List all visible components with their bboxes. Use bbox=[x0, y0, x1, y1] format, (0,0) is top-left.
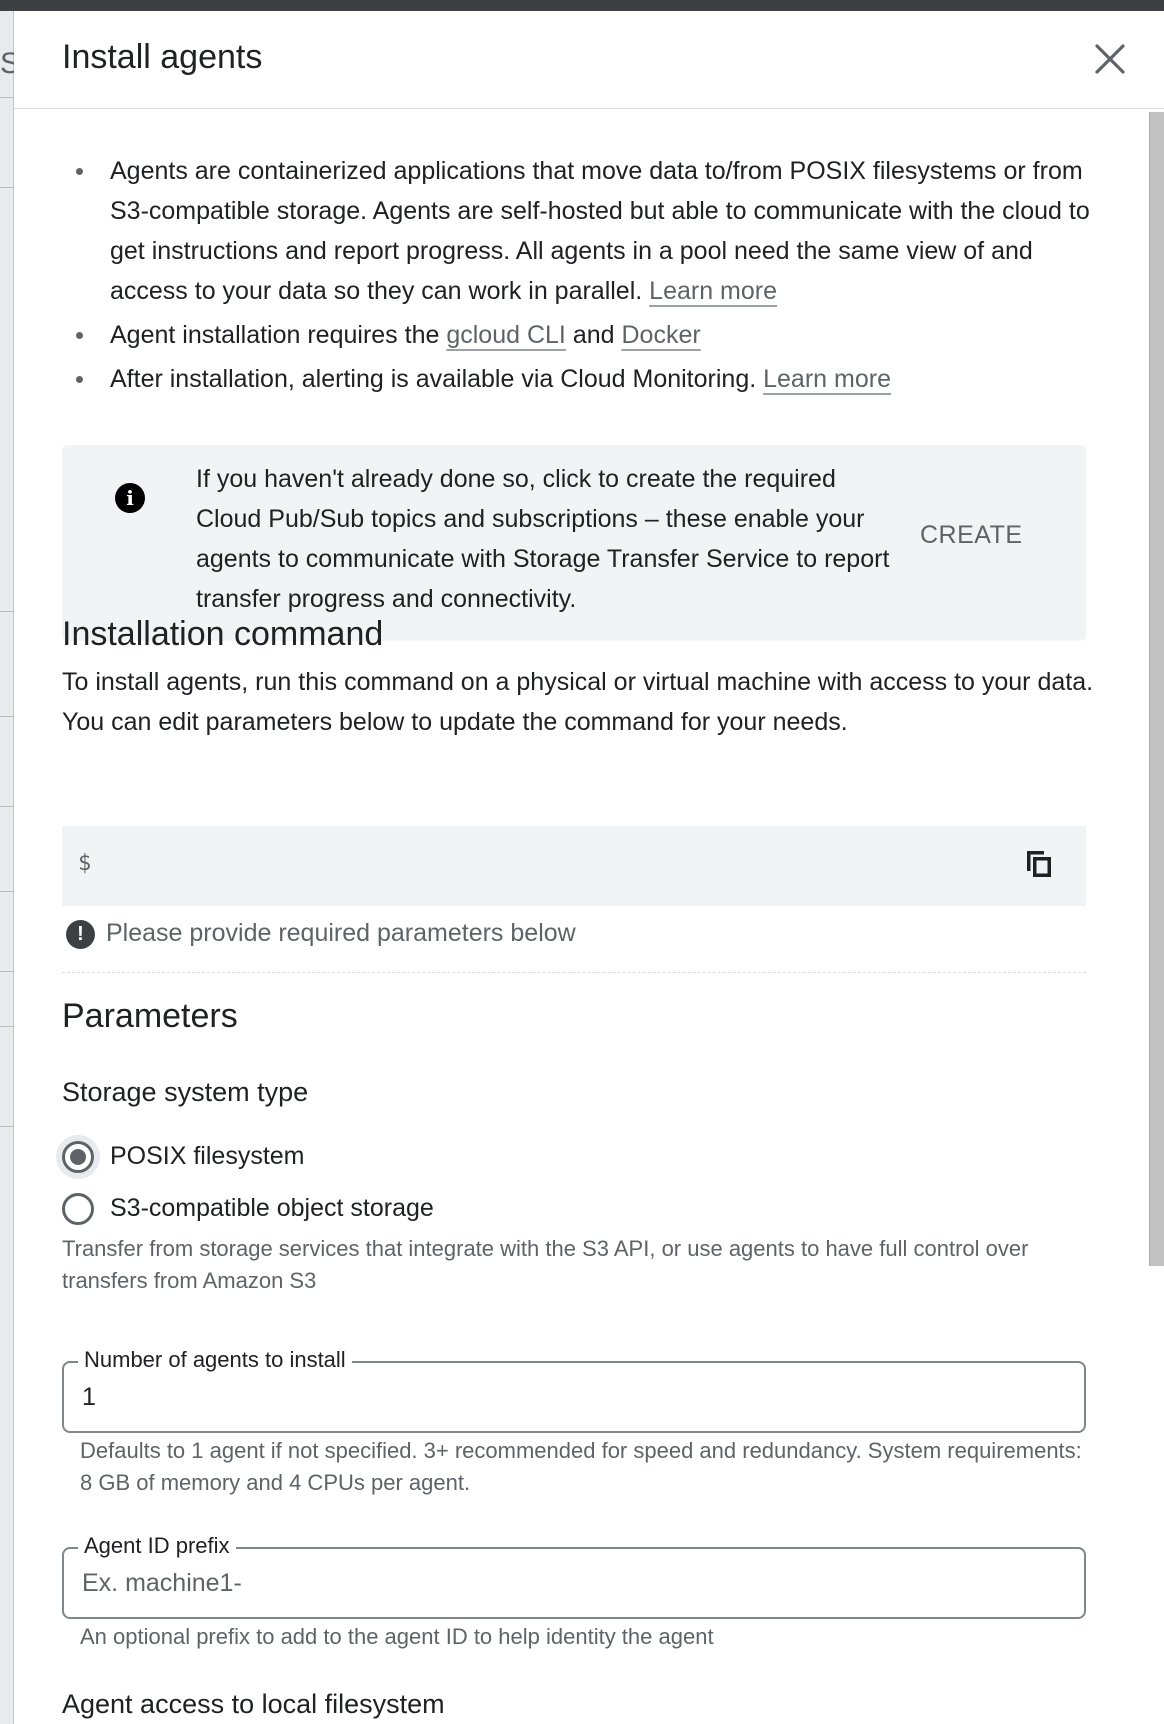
background-divider bbox=[0, 97, 14, 98]
background-divider bbox=[0, 187, 14, 188]
background-divider bbox=[0, 1126, 14, 1127]
learn-more-link[interactable]: Learn more bbox=[649, 277, 777, 305]
background-divider bbox=[0, 716, 14, 717]
close-icon bbox=[1095, 44, 1125, 74]
s3-option-hint: Transfer from storage services that inte… bbox=[62, 1236, 1029, 1293]
bullet-text: and bbox=[572, 321, 615, 349]
background-divider bbox=[0, 611, 14, 612]
create-button[interactable]: CREATE bbox=[920, 521, 1023, 550]
pubsub-info-box: i If you haven't already done so, click … bbox=[62, 445, 1086, 641]
bullet-text: Agent installation requires the bbox=[110, 321, 440, 349]
radio-button-checked[interactable] bbox=[62, 1141, 94, 1173]
field-label: Number of agents to install bbox=[78, 1347, 352, 1373]
agent-id-prefix-hint: An optional prefix to add to the agent I… bbox=[80, 1624, 714, 1649]
intro-bullet-list: Agents are containerized applications th… bbox=[62, 151, 1102, 399]
background-page-edge: Se bbox=[0, 11, 14, 1724]
agent-id-prefix-input[interactable] bbox=[82, 1565, 1062, 1601]
local-filesystem-access-heading: Agent access to local filesystem bbox=[62, 1689, 445, 1719]
storage-system-type-heading: Storage system type bbox=[62, 1077, 309, 1107]
agent-id-prefix-field[interactable]: Agent ID prefix bbox=[62, 1533, 1086, 1619]
background-divider bbox=[0, 1026, 14, 1027]
panel-title: Install agents bbox=[62, 38, 263, 76]
copy-icon bbox=[1027, 851, 1051, 877]
parameters-heading: Parameters bbox=[62, 997, 238, 1035]
background-divider bbox=[0, 891, 14, 892]
radio-label: POSIX filesystem bbox=[110, 1142, 305, 1170]
radio-label: S3-compatible object storage bbox=[110, 1194, 434, 1222]
monitoring-learn-more-link[interactable]: Learn more bbox=[763, 365, 891, 393]
section-divider bbox=[62, 972, 1086, 973]
list-item: Agent installation requires the gcloud C… bbox=[62, 315, 1102, 355]
installation-description: To install agents, run this command on a… bbox=[62, 668, 1094, 736]
command-prompt: $ bbox=[78, 851, 92, 876]
scrollbar-thumb[interactable] bbox=[1149, 112, 1164, 1266]
list-item: After installation, alerting is availabl… bbox=[62, 359, 1102, 399]
number-of-agents-field[interactable]: Number of agents to install bbox=[62, 1347, 1086, 1433]
install-agents-panel: Install agents Agents are containerized … bbox=[14, 11, 1164, 1724]
installation-command-heading: Installation command bbox=[62, 615, 384, 653]
top-window-strip bbox=[0, 0, 1164, 11]
copy-button[interactable] bbox=[1022, 846, 1058, 882]
error-text: Please provide required parameters below bbox=[106, 919, 576, 947]
list-item: Agents are containerized applications th… bbox=[62, 151, 1102, 311]
field-label: Agent ID prefix bbox=[78, 1533, 236, 1559]
command-box[interactable]: $ bbox=[62, 826, 1086, 906]
intro-section: Agents are containerized applications th… bbox=[62, 151, 1102, 403]
number-of-agents-input[interactable] bbox=[82, 1379, 1062, 1415]
info-text: If you haven't already done so, click to… bbox=[196, 465, 890, 613]
number-of-agents-hint: Defaults to 1 agent if not specified. 3+… bbox=[80, 1438, 1082, 1495]
close-button[interactable] bbox=[1088, 37, 1132, 81]
background-text-fragment: Se bbox=[0, 47, 14, 80]
background-divider bbox=[0, 971, 14, 972]
radio-button[interactable] bbox=[62, 1193, 94, 1225]
panel-header: Install agents bbox=[14, 11, 1164, 109]
info-icon: i bbox=[115, 483, 145, 513]
bullet-text: After installation, alerting is availabl… bbox=[110, 365, 757, 393]
bullet-text: Agents are containerized applications th… bbox=[110, 157, 1090, 305]
gcloud-cli-link[interactable]: gcloud CLI bbox=[446, 321, 566, 349]
error-icon: ! bbox=[66, 920, 95, 949]
background-divider bbox=[0, 806, 14, 807]
docker-link[interactable]: Docker bbox=[621, 321, 700, 349]
